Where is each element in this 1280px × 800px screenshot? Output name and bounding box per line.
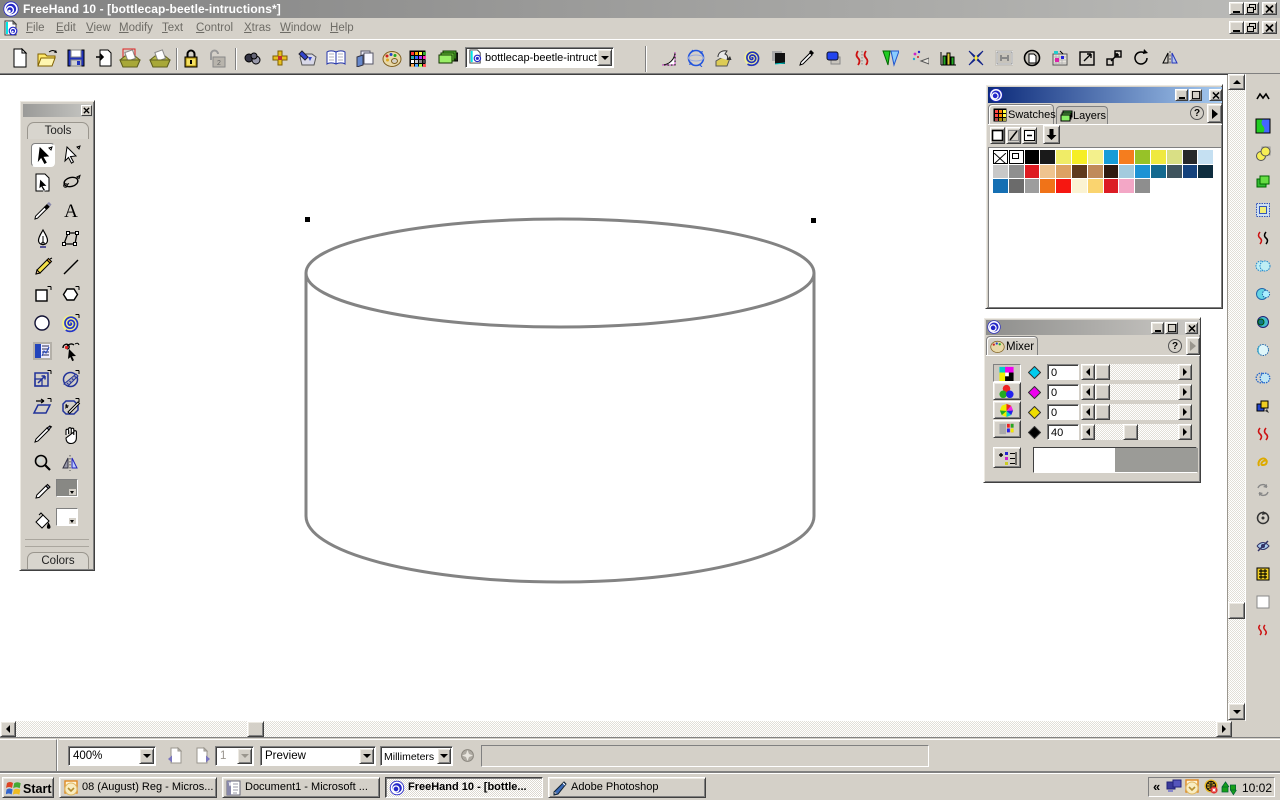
- svg-text:A: A: [64, 201, 78, 222]
- svg-text:2: 2: [217, 60, 221, 67]
